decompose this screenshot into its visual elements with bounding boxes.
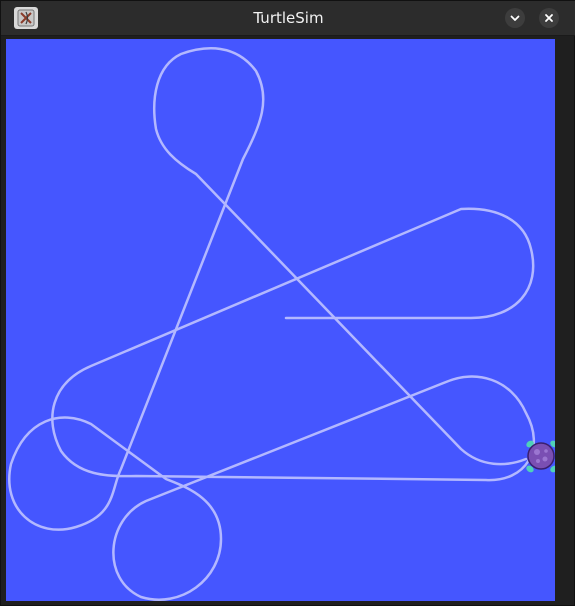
turtle-canvas[interactable] [6,39,555,601]
turtlesim-app-icon [14,7,38,29]
minimize-button[interactable] [505,8,525,28]
turtlesim-window: TurtleSim [0,0,575,606]
window-title: TurtleSim [253,9,324,27]
close-icon [545,14,553,22]
chevron-down-icon [510,15,520,21]
close-button[interactable] [539,8,559,28]
title-bar[interactable]: TurtleSim [1,1,575,36]
trajectory-drawing [8,47,555,601]
turtle-icon[interactable] [525,439,555,474]
turtle-trail [8,47,536,601]
